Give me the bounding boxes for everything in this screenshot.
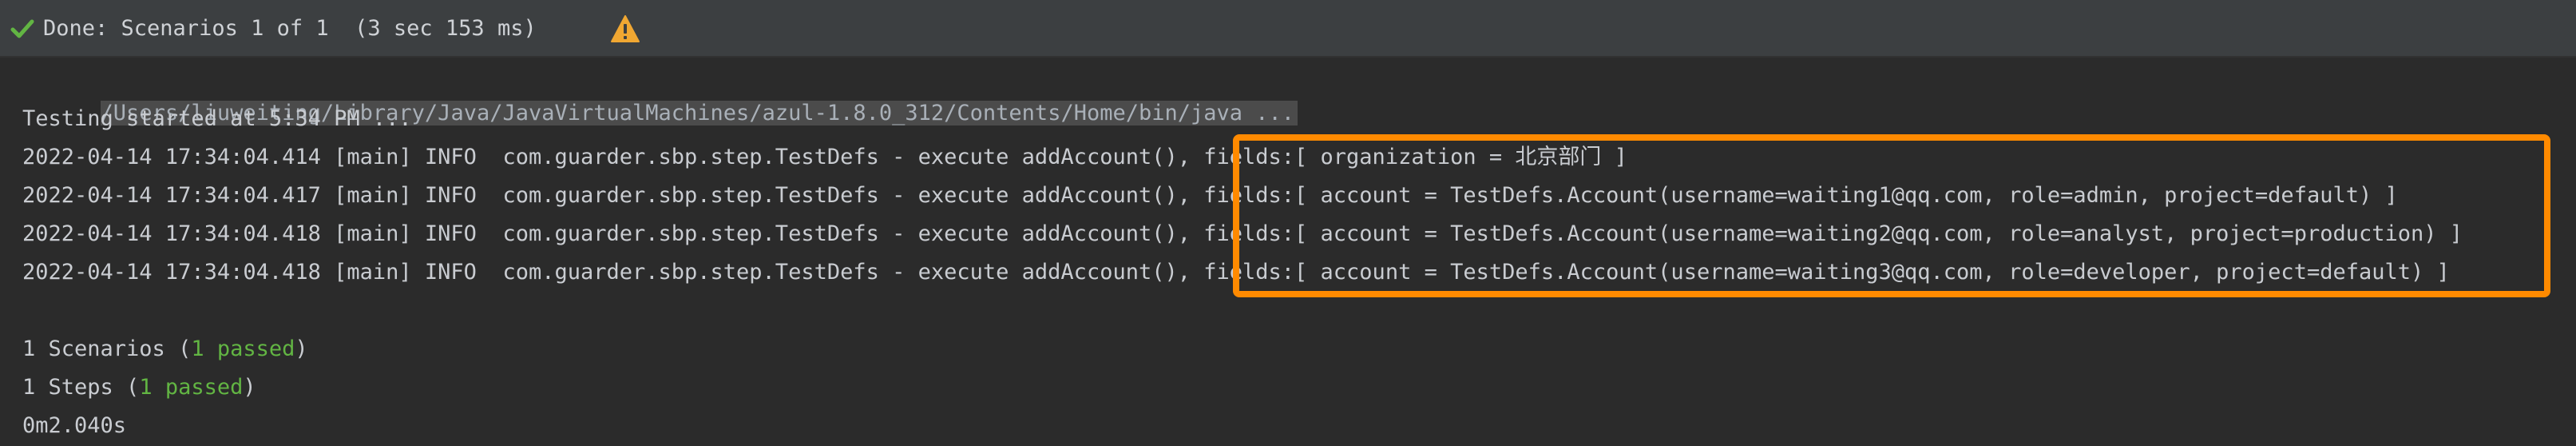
duration-line: 0m2.040s	[22, 413, 127, 438]
steps-passed-text: 1 passed	[139, 375, 244, 400]
run-console-panel: Done: Scenarios 1 of 1 (3 sec 153 ms) /U…	[0, 0, 2576, 446]
testing-started-line: Testing started at 5:34 PM ...	[22, 106, 412, 131]
scenarios-summary-line: 1 Scenarios (1 passed)	[22, 333, 308, 365]
run-status-bar: Done: Scenarios 1 of 1 (3 sec 153 ms)	[0, 0, 2576, 58]
command-line[interactable]: /Users/liuweiting/Library/Java/JavaVirtu…	[22, 66, 1298, 125]
fields-highlight-box	[1233, 134, 2550, 297]
steps-summary-suffix: )	[243, 375, 256, 400]
check-icon	[10, 19, 34, 38]
steps-summary-prefix: 1 Steps (	[22, 375, 140, 400]
scenarios-summary-prefix: 1 Scenarios (	[22, 336, 192, 361]
warning-icon[interactable]	[610, 14, 640, 43]
scenarios-summary-suffix: )	[295, 336, 308, 361]
steps-summary-line: 1 Steps (1 passed)	[22, 372, 256, 404]
scenarios-passed-text: 1 passed	[191, 336, 295, 361]
run-status-text: Done: Scenarios 1 of 1 (3 sec 153 ms)	[43, 16, 537, 41]
